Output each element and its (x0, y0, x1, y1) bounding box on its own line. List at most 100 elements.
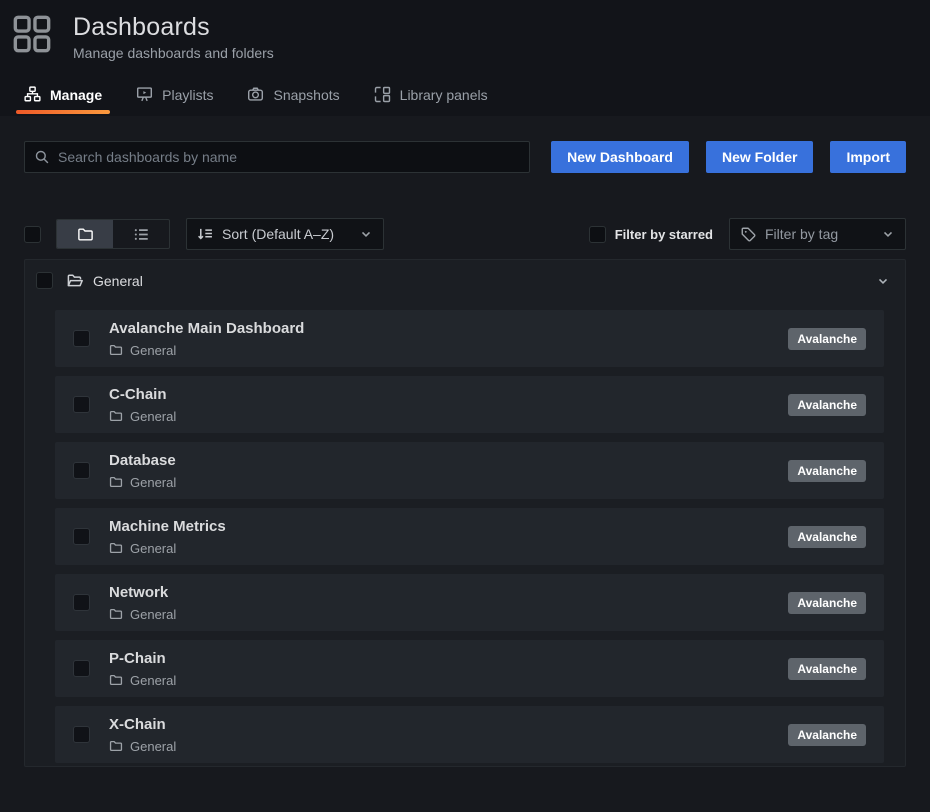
dashboard-folder-label: General (130, 343, 176, 358)
dashboard-info: C-Chain General (109, 386, 176, 424)
tab-bar: Manage Playlists Snapshots (0, 77, 930, 116)
select-all-checkbox[interactable] (24, 226, 41, 243)
folder-icon (109, 607, 123, 621)
library-panel-icon (374, 86, 391, 103)
dashboard-folder: General (109, 343, 304, 358)
sort-select-value: Sort (Default A–Z) (222, 226, 334, 242)
tab-snapshots-label: Snapshots (273, 87, 339, 103)
list-icon (133, 226, 150, 243)
camera-icon (247, 86, 264, 103)
dashboard-title[interactable]: Avalanche Main Dashboard (109, 320, 304, 337)
dashboard-row-p-chain[interactable]: P-Chain General Avalanche (55, 640, 884, 697)
dashboard-folder-label: General (130, 673, 176, 688)
row-checkbox[interactable] (73, 396, 90, 413)
filter-starred-label: Filter by starred (615, 227, 713, 242)
folder-icon (109, 475, 123, 489)
folder-icon (109, 673, 123, 687)
tag-icon (740, 226, 757, 243)
folder-checkbox[interactable] (36, 272, 53, 289)
dashboard-info: Avalanche Main Dashboard General (109, 320, 304, 358)
dashboard-tag[interactable]: Avalanche (788, 526, 866, 548)
dashboard-title[interactable]: Database (109, 452, 176, 469)
tab-snapshots[interactable]: Snapshots (237, 77, 349, 116)
dashboard-folder: General (109, 475, 176, 490)
dashboard-folder-label: General (130, 607, 176, 622)
dashboard-row-c-chain[interactable]: C-Chain General Avalanche (55, 376, 884, 433)
presentation-play-icon (136, 86, 153, 103)
folder-open-icon (66, 272, 84, 290)
row-checkbox[interactable] (73, 660, 90, 677)
new-folder-button[interactable]: New Folder (706, 141, 813, 173)
dashboard-row-network[interactable]: Network General Avalanche (55, 574, 884, 631)
content: New Dashboard New Folder Import (0, 116, 930, 797)
header-text: Dashboards Manage dashboards and folders (73, 13, 274, 61)
chevron-down-icon (881, 227, 895, 241)
folder-view-toggle[interactable] (57, 220, 113, 248)
folder-icon (109, 343, 123, 357)
folder-header-row[interactable]: General (25, 260, 905, 301)
list-view-toggle[interactable] (113, 220, 169, 248)
dashboard-info: Database General (109, 452, 176, 490)
dashboard-folder-label: General (130, 541, 176, 556)
page-title: Dashboards (73, 13, 274, 42)
action-buttons: New Dashboard New Folder Import (551, 141, 906, 173)
tab-manage[interactable]: Manage (14, 77, 112, 116)
search-input[interactable] (58, 149, 520, 165)
search-icon (34, 149, 50, 165)
tab-playlists-label: Playlists (162, 87, 213, 103)
filter-tag-placeholder: Filter by tag (765, 226, 838, 242)
tab-library-panels-label: Library panels (400, 87, 488, 103)
dashboard-tag[interactable]: Avalanche (788, 592, 866, 614)
dashboard-tag[interactable]: Avalanche (788, 328, 866, 350)
dashboard-tag[interactable]: Avalanche (788, 724, 866, 746)
dashboard-row-avalanche-main[interactable]: Avalanche Main Dashboard General Avalanc… (55, 310, 884, 367)
folder-icon (109, 739, 123, 753)
header-row: Dashboards Manage dashboards and folders (0, 13, 930, 61)
general-folder-section: General Avalanche Main Dashboard General… (24, 259, 906, 767)
sort-select[interactable]: Sort (Default A–Z) (186, 218, 384, 250)
dashboard-title[interactable]: Machine Metrics (109, 518, 226, 535)
filter-tag-select[interactable]: Filter by tag (729, 218, 906, 250)
dashboard-folder: General (109, 541, 226, 556)
import-button[interactable]: Import (830, 141, 906, 173)
dashboard-folder: General (109, 673, 176, 688)
row-checkbox[interactable] (73, 330, 90, 347)
dashboards-apps-icon (13, 15, 51, 53)
sort-amount-down-icon (197, 226, 214, 243)
dashboard-row-x-chain[interactable]: X-Chain General Avalanche (55, 706, 884, 763)
row-checkbox[interactable] (73, 726, 90, 743)
dashboard-title[interactable]: Network (109, 584, 176, 601)
filter-starred-checkbox[interactable] (589, 226, 606, 243)
dashboard-folder-label: General (130, 409, 176, 424)
folder-icon (109, 541, 123, 555)
top-header: Dashboards Manage dashboards and folders… (0, 0, 930, 116)
chevron-down-icon[interactable] (876, 274, 890, 288)
dashboard-folder: General (109, 739, 176, 754)
chevron-down-icon (359, 227, 373, 241)
dashboard-title[interactable]: P-Chain (109, 650, 176, 667)
folder-name[interactable]: General (93, 273, 143, 289)
dashboard-tag[interactable]: Avalanche (788, 394, 866, 416)
dashboard-row-database[interactable]: Database General Avalanche (55, 442, 884, 499)
dashboard-tag[interactable]: Avalanche (788, 460, 866, 482)
dashboard-row-machine-metrics[interactable]: Machine Metrics General Avalanche (55, 508, 884, 565)
dashboard-title[interactable]: X-Chain (109, 716, 176, 733)
dashboard-title[interactable]: C-Chain (109, 386, 176, 403)
dashboard-info: Network General (109, 584, 176, 622)
row-checkbox[interactable] (73, 462, 90, 479)
tab-manage-label: Manage (50, 87, 102, 103)
toolbar: Sort (Default A–Z) Filter by starred Fil… (24, 218, 906, 250)
tab-playlists[interactable]: Playlists (126, 77, 223, 116)
dashboard-folder-label: General (130, 475, 176, 490)
dashboard-info: X-Chain General (109, 716, 176, 754)
tab-library-panels[interactable]: Library panels (364, 77, 498, 116)
dashboard-folder: General (109, 409, 176, 424)
row-checkbox[interactable] (73, 594, 90, 611)
page-subtitle: Manage dashboards and folders (73, 45, 274, 61)
dashboard-tag[interactable]: Avalanche (788, 658, 866, 680)
new-dashboard-button[interactable]: New Dashboard (551, 141, 689, 173)
row-checkbox[interactable] (73, 528, 90, 545)
dashboard-info: P-Chain General (109, 650, 176, 688)
folder-icon (109, 409, 123, 423)
dashboard-folder-label: General (130, 739, 176, 754)
